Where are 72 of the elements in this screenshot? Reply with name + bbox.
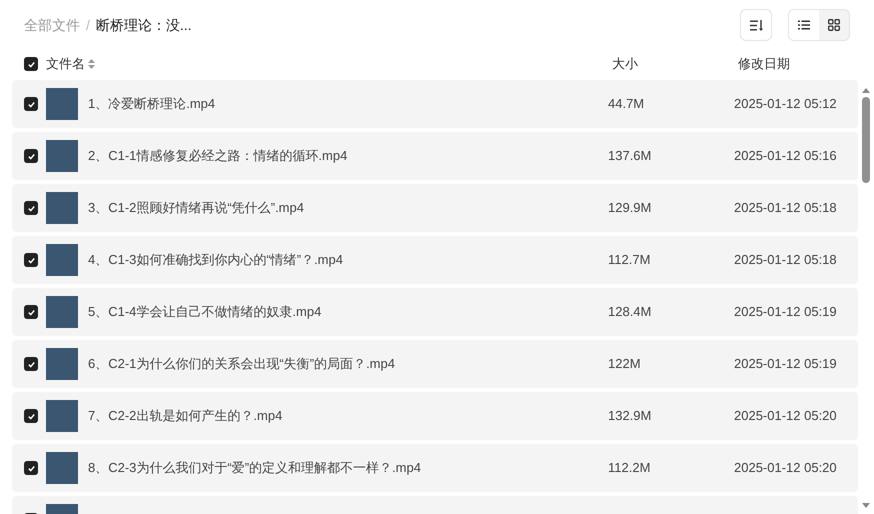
modified-date: 2025-01-12 05:16 bbox=[734, 147, 838, 166]
check-icon bbox=[26, 204, 36, 212]
scroll-down-icon bbox=[862, 503, 870, 508]
modified-date: 2025-01-12 05:12 bbox=[734, 95, 838, 114]
file-row[interactable]: 2、C1-1情感修复必经之路：情绪的循环.mp4 137.6M 2025-01-12 05:16 bbox=[12, 132, 858, 180]
check-icon bbox=[26, 412, 36, 420]
check-icon bbox=[26, 464, 36, 472]
file-row[interactable]: 7、C2-2出轨是如何产生的？.mp4 132.9M 2025-01-12 05:20 bbox=[12, 392, 858, 440]
check-icon bbox=[26, 360, 36, 368]
file-row[interactable]: 4、C1-3如何准确找到你内心的“情绪”？.mp4 112.7M 2025-01-12 05:18 bbox=[12, 236, 858, 284]
sort-arrows-icon bbox=[88, 59, 95, 69]
file-name: 8、C2-3为什么我们对于“爱”的定义和理解都不一样？.mp4 bbox=[88, 459, 421, 478]
sort-button[interactable] bbox=[740, 9, 772, 41]
file-size: 112.7M bbox=[608, 251, 652, 270]
breadcrumb-separator: / bbox=[86, 16, 90, 34]
check-icon bbox=[26, 60, 36, 68]
file-name: 1、冷爱断桥理论.mp4 bbox=[88, 95, 216, 114]
file-size: 129.9M bbox=[608, 199, 652, 218]
file-size: 132.9M bbox=[608, 407, 652, 426]
checkbox[interactable] bbox=[24, 253, 38, 267]
check-icon bbox=[26, 100, 36, 108]
checkbox[interactable] bbox=[24, 57, 38, 71]
file-name: 4、C1-3如何准确找到你内心的“情绪”？.mp4 bbox=[88, 251, 343, 270]
file-name: 2、C1-1情感修复必经之路：情绪的循环.mp4 bbox=[88, 147, 348, 166]
file-name: 7、C2-2出轨是如何产生的？.mp4 bbox=[88, 407, 282, 426]
grid-icon bbox=[828, 19, 840, 31]
modified-date: 2025-01-12 05:20 bbox=[734, 459, 838, 478]
check-icon bbox=[26, 256, 36, 264]
video-thumbnail bbox=[46, 140, 78, 172]
modified-date: 2025-01-12 05:20 bbox=[734, 407, 838, 426]
view-mode-button[interactable] bbox=[819, 10, 849, 40]
video-thumbnail bbox=[46, 400, 78, 432]
file-name: 3、C1-2照顾好情绪再说“凭什么”.mp4 bbox=[88, 199, 304, 218]
column-header[interactable]: 文件名 bbox=[46, 54, 85, 74]
video-thumbnail bbox=[46, 348, 78, 380]
file-name: 6、C2-1为什么你们的关系会出现“失衡”的局面？.mp4 bbox=[88, 355, 395, 374]
file-row[interactable]: 1、冷爱断桥理论.mp4 44.7M 2025-01-12 05:12 bbox=[12, 80, 858, 128]
file-size: 128.4M bbox=[608, 303, 652, 322]
file-row[interactable]: 3、C1-2照顾好情绪再说“凭什么”.mp4 129.9M 2025-01-12 05:18 bbox=[12, 184, 858, 232]
modified-date: 2025-01-12 05:18 bbox=[734, 199, 838, 218]
video-thumbnail bbox=[46, 88, 78, 120]
column-header[interactable]: 大小 bbox=[612, 54, 738, 74]
video-thumbnail bbox=[46, 244, 78, 276]
video-thumbnail bbox=[46, 296, 78, 328]
list-icon bbox=[798, 20, 810, 30]
modified-date: 2025-01-12 05:19 bbox=[734, 303, 838, 322]
checkbox[interactable] bbox=[24, 357, 38, 371]
sort-icon bbox=[750, 20, 762, 30]
file-row[interactable]: 8、C2-3为什么我们对于“爱”的定义和理解都不一样？.mp4 112.2M 2025-01-12 05:20 bbox=[12, 444, 858, 492]
column-header[interactable]: 修改日期 bbox=[738, 54, 874, 74]
check-icon bbox=[26, 152, 36, 160]
file-size: 137.6M bbox=[608, 147, 652, 166]
modified-date: 2025-01-12 05:19 bbox=[734, 355, 838, 374]
checkbox[interactable] bbox=[24, 409, 38, 423]
checkbox[interactable] bbox=[24, 461, 38, 475]
checkbox[interactable] bbox=[24, 201, 38, 215]
checkbox[interactable] bbox=[24, 305, 38, 319]
file-size: 122M bbox=[608, 355, 642, 374]
breadcrumb-item[interactable]: 断桥理论：没... bbox=[96, 14, 192, 36]
file-name: 5、C1-4学会让自己不做情绪的奴隶.mp4 bbox=[88, 303, 322, 322]
scroll-up-icon bbox=[862, 88, 870, 93]
checkbox[interactable] bbox=[24, 97, 38, 111]
check-icon bbox=[26, 308, 36, 316]
file-size: 44.7M bbox=[608, 95, 646, 114]
modified-date: 2025-01-12 05:18 bbox=[734, 251, 838, 270]
scrollbar-thumb[interactable] bbox=[862, 97, 870, 183]
video-thumbnail bbox=[46, 192, 78, 224]
video-thumbnail bbox=[46, 452, 78, 484]
file-size: 112.2M bbox=[608, 459, 652, 478]
file-row[interactable]: 5、C1-4学会让自己不做情绪的奴隶.mp4 128.4M 2025-01-12 05:19 bbox=[12, 288, 858, 336]
checkbox[interactable] bbox=[24, 149, 38, 163]
file-row[interactable]: 6、C2-1为什么你们的关系会出现“失衡”的局面？.mp4 122M 2025-01-12 05:19 bbox=[12, 340, 858, 388]
